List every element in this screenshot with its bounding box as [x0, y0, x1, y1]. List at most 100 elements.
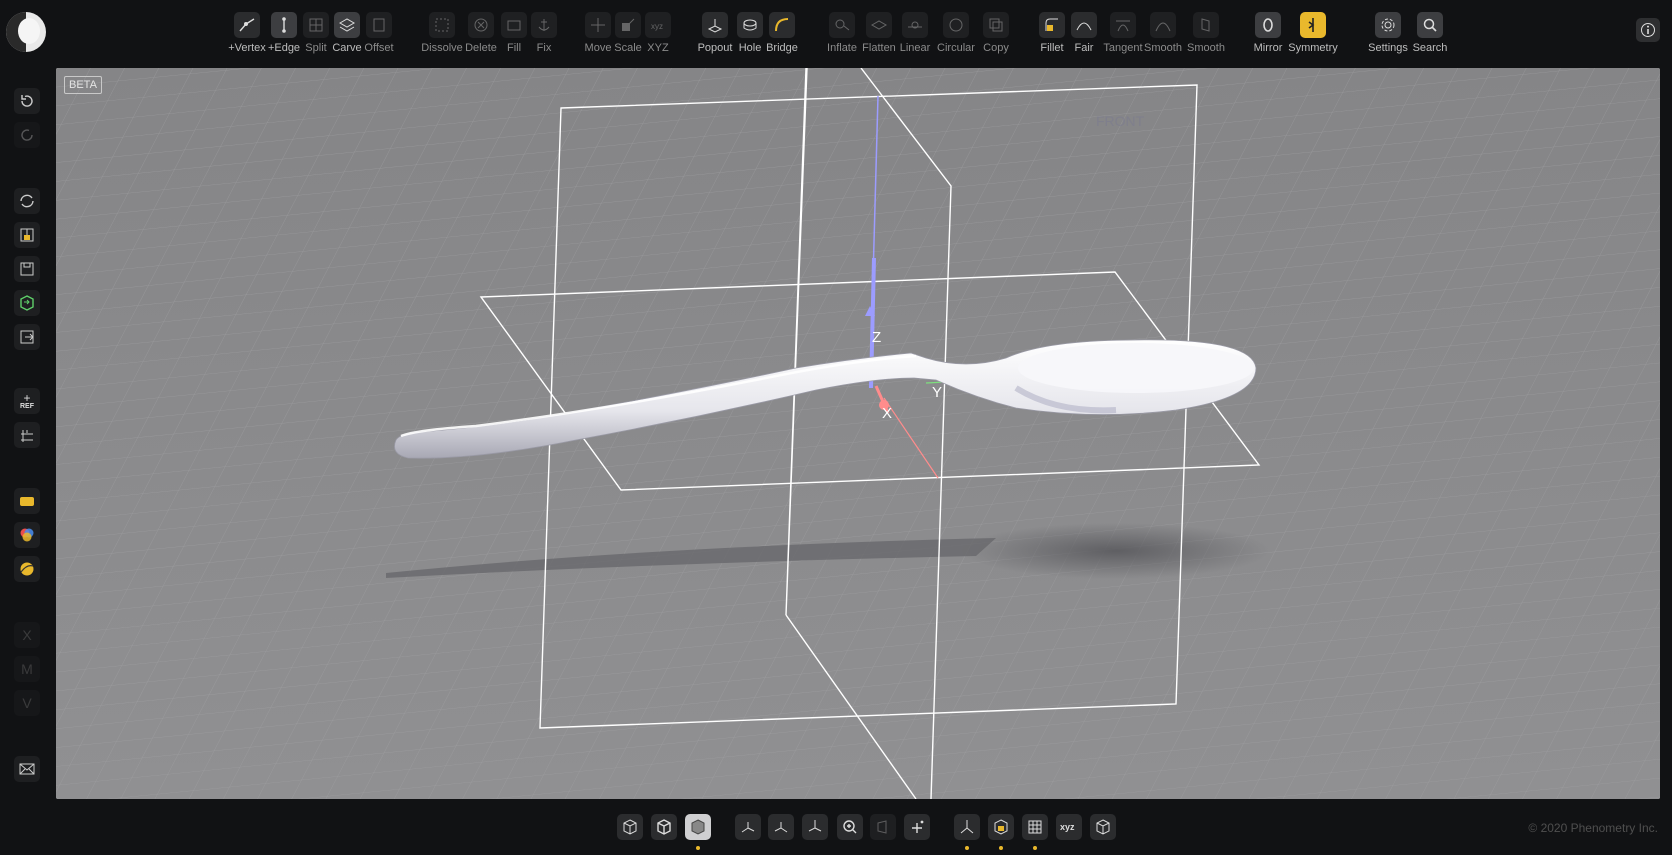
linear-icon — [902, 12, 928, 38]
export-3d-button[interactable] — [14, 290, 40, 316]
active-indicator — [696, 846, 700, 850]
axis-z-icon — [808, 820, 822, 832]
axes-y-view-button[interactable] — [768, 814, 794, 840]
zoom-icon — [843, 820, 857, 834]
circular-icon — [943, 12, 969, 38]
mail-button[interactable] — [14, 756, 40, 782]
left-sidebar: + REF X M V — [0, 70, 54, 850]
bottom-toolbar: xyz — [0, 814, 1672, 850]
axes-x-view-button[interactable] — [735, 814, 761, 840]
z-axis-label: Z — [872, 329, 881, 346]
smooth-icon — [1150, 12, 1176, 38]
add-vertex-icon — [234, 12, 260, 38]
plane-label-front: FRONT — [1096, 113, 1145, 129]
svg-text:xyz: xyz — [651, 22, 663, 31]
show-coordinates-button[interactable]: xyz — [1056, 814, 1082, 840]
bridge-button[interactable]: Bridge — [757, 12, 807, 54]
offset-button[interactable]: Offset — [354, 12, 404, 54]
wireframe-cube-icon — [623, 819, 637, 835]
material-swatch-icon — [20, 497, 34, 506]
svg-text:xyz: xyz — [1060, 822, 1075, 832]
v-toggle-button[interactable]: V — [14, 690, 40, 716]
mail-icon — [19, 763, 35, 775]
dissolve-icon — [429, 12, 455, 38]
xyz-icon: xyz — [645, 12, 671, 38]
3d-viewport[interactable]: FRONT Z X Y . BETA — [56, 68, 1660, 799]
redo-icon — [21, 129, 33, 141]
refresh-icon — [20, 194, 34, 208]
color-button[interactable] — [14, 522, 40, 548]
info-icon — [1641, 23, 1655, 37]
undo-button[interactable] — [14, 88, 40, 114]
axes-gizmo-icon — [960, 820, 974, 834]
tangent-icon — [1110, 12, 1136, 38]
show-grid-button[interactable] — [1022, 814, 1048, 840]
outline-view-button[interactable] — [651, 814, 677, 840]
symmetry-icon — [1300, 12, 1326, 38]
add-reference-button[interactable]: + REF — [14, 388, 40, 414]
save-button[interactable] — [14, 256, 40, 282]
xyz-button[interactable]: xyz XYZ — [633, 12, 683, 54]
import-button[interactable] — [14, 222, 40, 248]
mirror-button[interactable]: Mirror — [1243, 12, 1293, 54]
export-button[interactable] — [14, 324, 40, 350]
copy-button[interactable]: Copy — [971, 12, 1021, 54]
measure-button[interactable] — [14, 422, 40, 448]
copyright-text: © 2020 Phenometry Inc. — [1528, 821, 1658, 835]
top-toolbar: +Vertex +Edge Split Carve Offset Dissolv… — [0, 12, 1672, 62]
wireframe-view-button[interactable] — [617, 814, 643, 840]
y-axis-label: Y — [932, 384, 942, 401]
info-button[interactable] — [1636, 18, 1660, 42]
viewport-canvas[interactable]: FRONT Z X Y . — [56, 68, 1660, 799]
fix-button[interactable]: Fix — [519, 12, 569, 54]
smooth-shade-icon — [1193, 12, 1219, 38]
show-planes-button[interactable] — [988, 814, 1014, 840]
x-axis-label: X — [882, 405, 892, 422]
show-axes-button[interactable] — [954, 814, 980, 840]
active-indicator — [999, 846, 1003, 850]
beta-badge: BETA — [64, 76, 102, 94]
undo-icon — [21, 95, 33, 107]
symmetry-button[interactable]: Symmetry — [1288, 12, 1338, 54]
anchor-icon — [531, 12, 557, 38]
copy-icon — [983, 12, 1009, 38]
environment-icon — [20, 562, 34, 576]
axis-y-icon — [774, 822, 788, 833]
solid-cube-icon — [691, 819, 705, 835]
grid-icon — [1028, 820, 1042, 834]
section-icon — [877, 820, 887, 834]
section-view-button[interactable] — [870, 814, 896, 840]
view-cube-icon — [1096, 819, 1110, 835]
planes-cube-icon — [994, 819, 1008, 835]
axis-x-icon — [741, 822, 755, 833]
refresh-button[interactable] — [14, 188, 40, 214]
import-icon — [20, 228, 34, 242]
solid-view-button[interactable] — [685, 814, 711, 840]
ruler-icon — [21, 430, 33, 442]
color-palette-icon — [20, 528, 34, 542]
xyz-coordinates-icon: xyz — [1060, 822, 1075, 832]
view-cube-button[interactable] — [1090, 814, 1116, 840]
zoom-button[interactable] — [837, 814, 863, 840]
ground-grid — [56, 68, 1660, 799]
cube-export-icon — [20, 295, 34, 311]
plus-icon: + — [23, 390, 31, 405]
search-icon — [1417, 12, 1443, 38]
axes-z-view-button[interactable] — [802, 814, 828, 840]
environment-button[interactable] — [14, 556, 40, 582]
m-toggle-button[interactable]: M — [14, 656, 40, 682]
mirror-icon — [1255, 12, 1281, 38]
material-button[interactable] — [14, 488, 40, 514]
search-button[interactable]: Search — [1405, 12, 1455, 54]
flatten-icon — [866, 12, 892, 38]
x-toggle-button[interactable]: X — [14, 622, 40, 648]
gear-icon — [1375, 12, 1401, 38]
smooth-shade-button[interactable]: Smooth — [1181, 12, 1231, 54]
redo-button[interactable] — [14, 122, 40, 148]
export-icon — [20, 330, 34, 344]
cube-outline-icon — [657, 819, 671, 835]
add-point-button[interactable] — [904, 814, 930, 840]
add-point-icon — [912, 820, 924, 833]
active-indicator — [965, 846, 969, 850]
fair-icon — [1071, 12, 1097, 38]
